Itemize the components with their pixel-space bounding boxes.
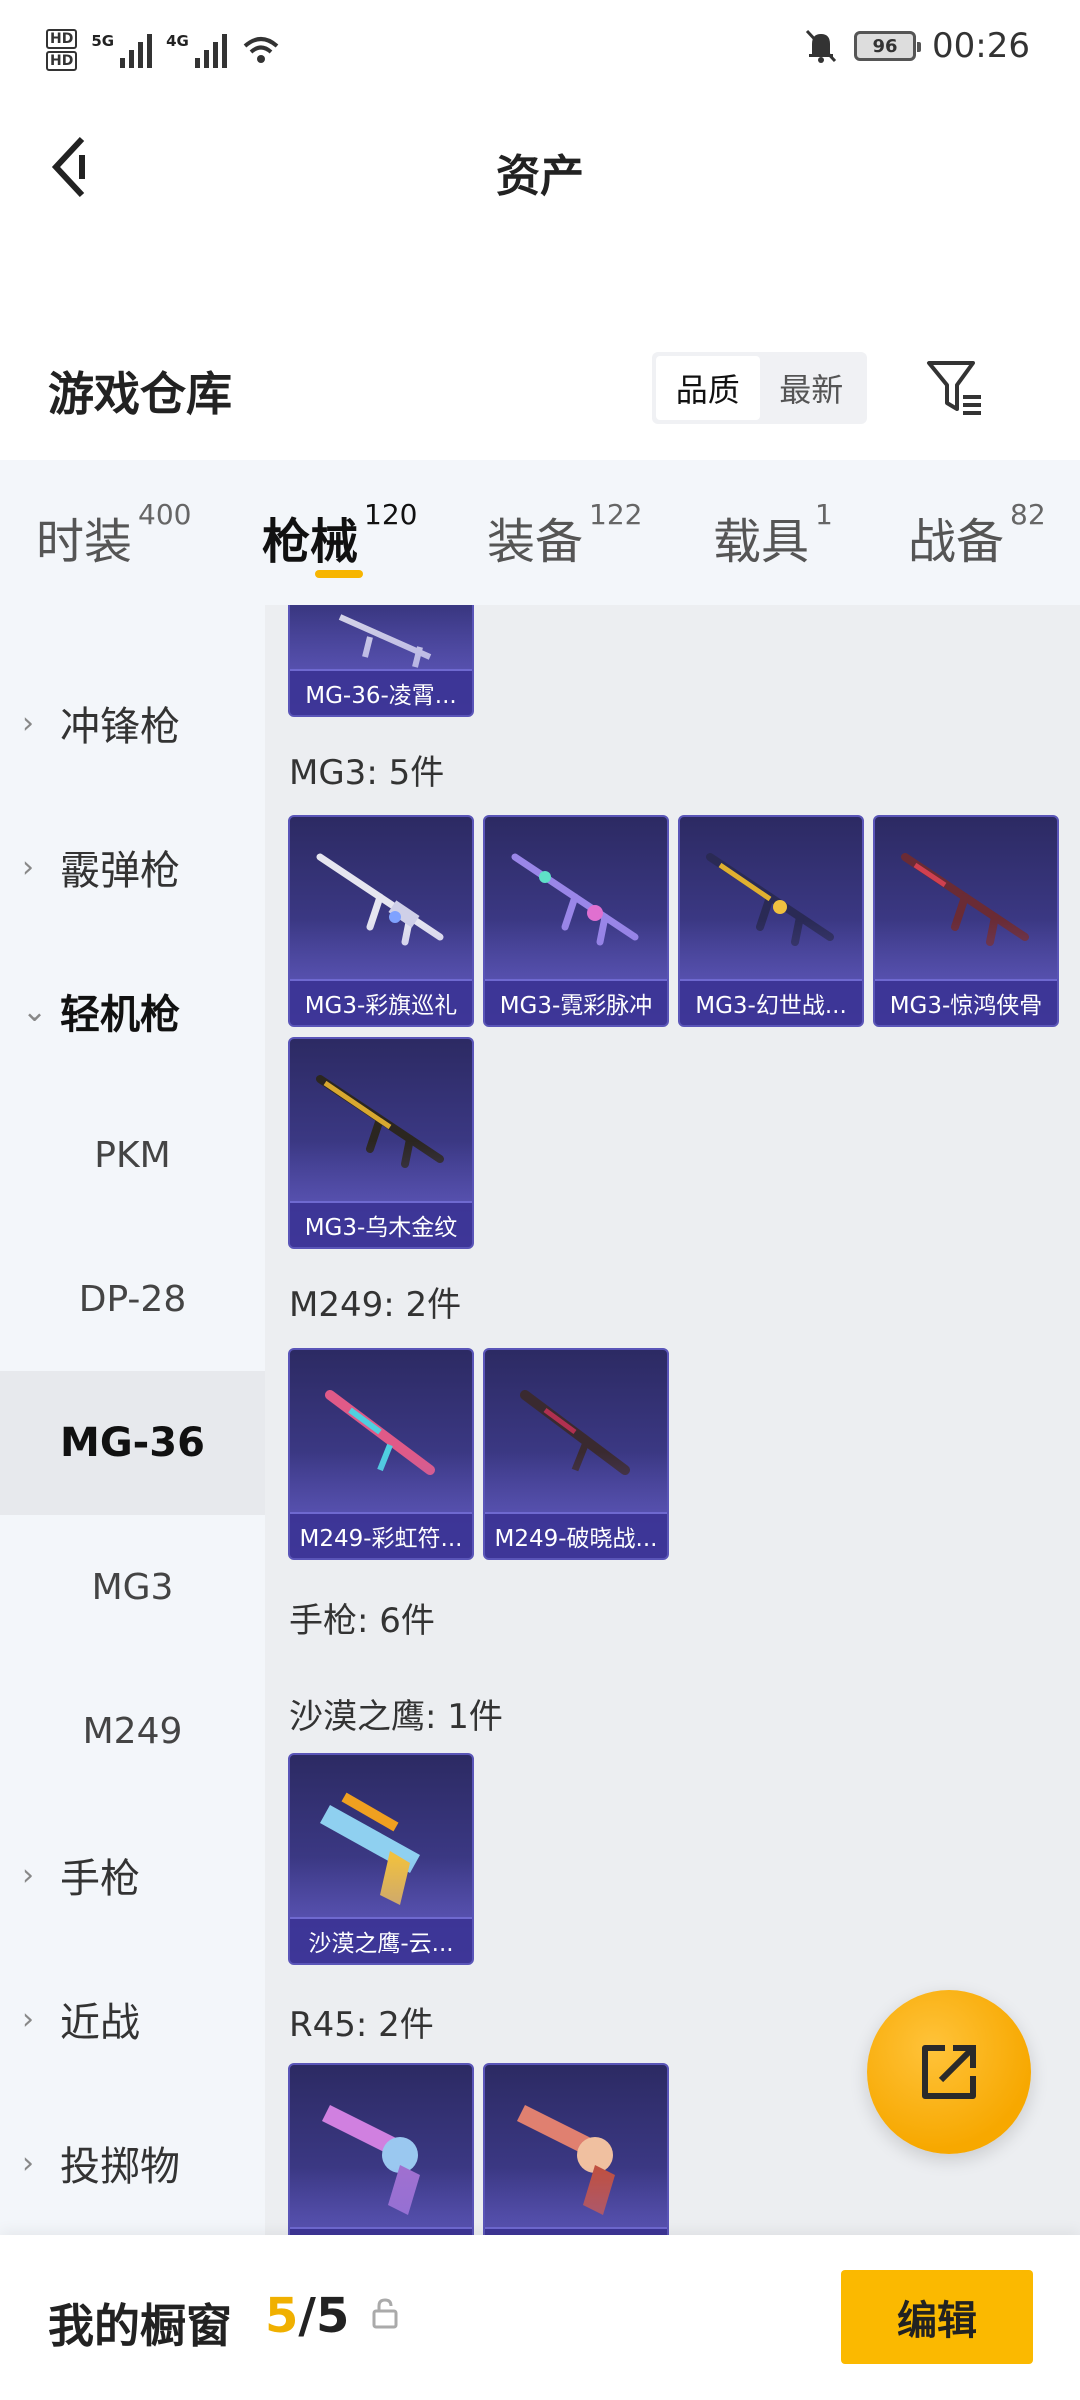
item-card[interactable]: 沙漠之鹰-云... [288, 1753, 474, 1965]
weapon-type-sidebar: › 冲锋枪 › 霰弹枪 ⌄ 轻机枪 PKM DP-28 MG-36 MG3 M2… [0, 605, 265, 2235]
sidebar-item-pistol[interactable]: › 手枪 [0, 1803, 265, 1947]
hd-indicator: HD HD [46, 28, 78, 72]
clock: 00:26 [932, 26, 1030, 66]
app-header: 资产 [0, 100, 1080, 240]
group-heading-mg3: MG3: 5件 [289, 753, 445, 793]
warehouse-title: 游戏仓库 [48, 367, 232, 421]
sidebar-item-melee[interactable]: › 近战 [0, 1947, 265, 2091]
item-card[interactable]: MG3-幻世战... [678, 815, 864, 1027]
sidebar-sub-mg3[interactable]: MG3 [0, 1515, 265, 1659]
filter-button[interactable] [920, 352, 990, 424]
signal-5g-icon: 5G [91, 32, 153, 68]
share-icon [922, 2045, 976, 2099]
battery-icon: 96 [854, 31, 922, 61]
sidebar-sub-mg36[interactable]: MG-36 [0, 1371, 265, 1515]
tab-supplies[interactable]: 战备 82 [908, 498, 1046, 572]
filter-icon [927, 361, 981, 415]
sidebar-sub-dp28[interactable]: DP-28 [0, 1227, 265, 1371]
tab-fashion[interactable]: 时装 400 [36, 498, 191, 572]
chevron-right-icon: › [22, 705, 34, 741]
group-heading-m249: M249: 2件 [289, 1285, 462, 1325]
sort-newest-button[interactable]: 最新 [760, 356, 864, 420]
signal-4g-icon: 4G [166, 32, 227, 68]
status-bar: HD HD 5G 4G 96 00:26 [0, 0, 1080, 100]
active-tab-indicator [315, 570, 363, 578]
edit-button[interactable]: 编辑 [841, 2270, 1033, 2364]
chevron-right-icon: › [22, 2145, 34, 2181]
sort-toggle: 品质 最新 [652, 352, 867, 424]
group-heading-pistol: 手枪: 6件 [289, 1601, 435, 1641]
lock-icon [372, 2298, 398, 2329]
item-card[interactable] [288, 2063, 474, 2235]
group-heading-r45: R45: 2件 [289, 2005, 434, 2045]
sidebar-item-smg[interactable]: › 冲锋枪 [0, 651, 265, 795]
item-card[interactable]: MG-36-凌霄... [288, 605, 474, 717]
showcase-label: 我的橱窗 [48, 2299, 232, 2353]
sidebar-item-shotgun[interactable]: › 霰弹枪 [0, 795, 265, 939]
mute-bell-icon [805, 29, 837, 63]
chevron-right-icon: › [22, 2001, 34, 2037]
showcase-count: 5/5 [265, 2288, 350, 2344]
sidebar-item-throwable[interactable]: › 投掷物 [0, 2091, 265, 2235]
item-card[interactable]: MG3-彩旗巡礼 [288, 815, 474, 1027]
tab-vehicles[interactable]: 载具 1 [713, 498, 833, 572]
share-fab-button[interactable] [867, 1990, 1031, 2154]
tab-firearms[interactable]: 枪械 120 [262, 498, 417, 572]
group-heading-deagle: 沙漠之鹰: 1件 [289, 1697, 503, 1737]
showcase-bar: 我的橱窗 5/5 编辑 [0, 2235, 1080, 2400]
chevron-down-icon: ⌄ [22, 993, 48, 1029]
wifi-icon [243, 37, 279, 63]
item-card[interactable]: M249-破晓战... [483, 1348, 669, 1560]
sidebar-sub-m249[interactable]: M249 [0, 1659, 265, 1803]
item-card[interactable]: MG3-乌木金纹 [288, 1037, 474, 1249]
item-card[interactable]: MG3-惊鸿侠骨 [873, 815, 1059, 1027]
chevron-right-icon: › [22, 849, 34, 885]
page-title: 资产 [496, 151, 584, 202]
sidebar-item-lmg[interactable]: ⌄ 轻机枪 [0, 939, 265, 1083]
item-card[interactable]: MG3-霓彩脉冲 [483, 815, 669, 1027]
category-tabs: 时装 400 枪械 120 装备 122 载具 1 战备 82 [0, 460, 1080, 605]
tab-equipment[interactable]: 装备 122 [487, 498, 642, 572]
sort-quality-button[interactable]: 品质 [656, 356, 760, 420]
item-card[interactable]: M249-彩虹符... [288, 1348, 474, 1560]
sidebar-sub-pkm[interactable]: PKM [0, 1083, 265, 1227]
item-card[interactable] [483, 2063, 669, 2235]
chevron-right-icon: › [22, 1857, 34, 1893]
